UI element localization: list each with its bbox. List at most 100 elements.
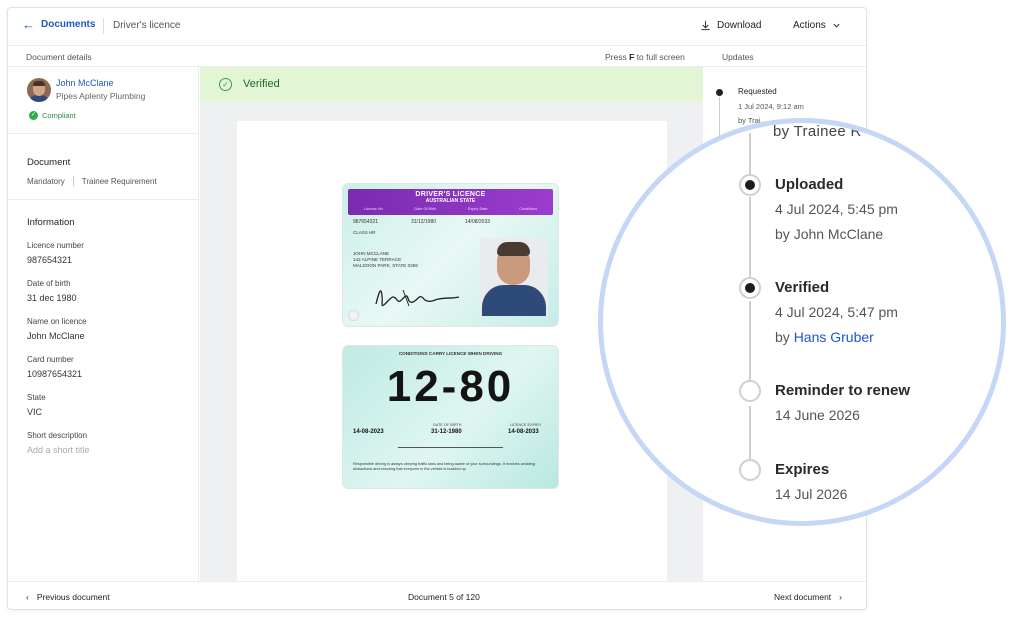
- fullscreen-hint-prefix: Press: [605, 52, 627, 62]
- back-arrow-icon: ←: [22, 16, 35, 32]
- licence-dob-value: 31/12/1980: [411, 219, 437, 225]
- field-label-state: State: [27, 393, 46, 402]
- compliant-badge: ✓ Compliant: [29, 111, 76, 120]
- licence-name-address: JOHN MCCLANE 142 ALPINE TERRACE MALDOON …: [353, 251, 418, 269]
- verified-status: Verified: [243, 78, 280, 90]
- document-counter: Document 5 of 120: [408, 592, 480, 602]
- timeline-magnifier: by Trainee R Uploaded 4 Jul 2024, 5:45 p…: [598, 118, 1006, 526]
- licence-expiry-value: 14/08/2033: [465, 219, 491, 225]
- signature-line: [398, 447, 503, 448]
- next-document-label: Next document: [774, 592, 832, 602]
- chevron-left-icon: ‹: [26, 592, 29, 602]
- timeline-expires-title: Expires: [775, 461, 830, 478]
- tag-mandatory: Mandatory: [27, 176, 65, 186]
- sub-bar: Document details Press F to full screen …: [8, 46, 866, 67]
- licence-card-back: CONDITIONS CARRY LICENCE WHEN DRIVING 12…: [343, 346, 558, 488]
- licence-col-conditions: Conditions: [519, 207, 538, 211]
- updates-label: Updates: [722, 52, 754, 62]
- timeline-requested-title: Requested: [738, 87, 777, 96]
- magnified-timeline-line: [749, 301, 751, 381]
- back-fine-print: Responsible driving is always obeying tr…: [353, 462, 535, 471]
- uploaded-by-name: John McClane: [793, 226, 884, 242]
- download-icon: [701, 20, 710, 31]
- field-label-date-of-birth: Date of birth: [27, 279, 71, 288]
- licence-col-expiry: Expiry Date: [467, 207, 488, 211]
- chevron-down-icon: [833, 23, 840, 28]
- document-heading: Document: [27, 157, 71, 168]
- field-label-short-description: Short description: [27, 431, 88, 440]
- check-circle-icon: ✓: [219, 78, 232, 91]
- timeline-expires-date: 14 Jul 2026: [775, 486, 848, 502]
- owner-company: Pipes Aplenty Plumbing: [56, 91, 146, 101]
- timeline-verified-date: 4 Jul 2024, 5:47 pm: [775, 304, 898, 320]
- top-bar: ← Documents Driver's licence Download Ac…: [8, 8, 866, 46]
- fullscreen-hint-key: F: [629, 52, 635, 62]
- previous-document-label: Previous document: [36, 592, 110, 602]
- back-expiry-label: LICENCE EXPIRY: [510, 423, 542, 427]
- timeline-node-verified: [739, 277, 761, 299]
- previous-document-button[interactable]: ‹ Previous document: [26, 592, 110, 602]
- download-button[interactable]: Download: [700, 20, 761, 31]
- timeline-requested-date: 1 Jul 2024, 9:12 am: [738, 102, 804, 111]
- back-dob-value: 31-12-1980: [431, 429, 462, 435]
- licence-title: DRIVER'S LICENCE: [415, 191, 486, 198]
- field-value-name-on-licence[interactable]: John McClane: [27, 331, 85, 341]
- magnified-timeline-line: [749, 197, 751, 277]
- licence-card-front: DRIVER'S LICENCE AUSTRALIAN STATE Licenc…: [343, 184, 558, 326]
- magnified-requested-by: by Trainee R: [773, 123, 862, 140]
- licence-address-line2: MALDOON PARK, STATE 0369: [353, 263, 418, 268]
- document-section: Document Mandatory Trainee Requirement: [8, 134, 199, 200]
- details-panel: John McClane Pipes Aplenty Plumbing ✓ Co…: [8, 67, 199, 581]
- field-label-licence-number: Licence number: [27, 241, 84, 250]
- back-to-documents-link[interactable]: ← Documents: [22, 16, 95, 32]
- signature-image: [375, 289, 460, 307]
- information-heading: Information: [27, 217, 75, 228]
- verified-by-prefix: by: [775, 329, 794, 345]
- field-label-name-on-licence: Name on licence: [27, 317, 87, 326]
- timeline-node-uploaded: [739, 174, 761, 196]
- fullscreen-hint-suffix: to full screen: [636, 52, 685, 62]
- actions-label: Actions: [793, 20, 826, 31]
- back-left-date: 14-08-2023: [353, 429, 384, 435]
- field-value-card-number[interactable]: 10987654321: [27, 369, 82, 379]
- verified-banner: ✓ Verified: [200, 67, 703, 101]
- uploaded-by-prefix: by: [775, 226, 794, 242]
- tag-divider: [72, 176, 74, 186]
- magnified-timeline-line: [749, 406, 751, 461]
- field-value-date-of-birth[interactable]: 31 dec 1980: [27, 293, 77, 303]
- breadcrumb-current: Driver's licence: [113, 20, 181, 31]
- timeline-uploaded-date: 4 Jul 2024, 5:45 pm: [775, 201, 898, 217]
- next-document-button[interactable]: Next document ›: [774, 592, 842, 602]
- owner-name-link[interactable]: John McClane: [56, 78, 114, 88]
- timeline-uploaded-title: Uploaded: [775, 176, 844, 193]
- licence-columns: Licence No Date Of Birth Expiry Date Con…: [348, 207, 553, 214]
- licence-col-number: Licence No: [363, 207, 383, 211]
- field-value-state[interactable]: VIC: [27, 407, 42, 417]
- timeline-reminder-title: Reminder to renew: [775, 382, 911, 399]
- avatar: [27, 78, 51, 102]
- hologram-mark: [348, 310, 359, 321]
- document-tags: Mandatory Trainee Requirement: [27, 176, 157, 186]
- field-value-licence-number[interactable]: 987654321: [27, 255, 72, 265]
- verified-by-name-link[interactable]: Hans Gruber: [794, 329, 874, 345]
- timeline-reminder-date: 14 June 2026: [775, 407, 860, 423]
- short-description-input[interactable]: Add a short title: [27, 445, 90, 455]
- actions-menu-button[interactable]: Actions: [793, 20, 841, 31]
- compliant-label: Compliant: [42, 111, 76, 120]
- licence-no-value: 987654321: [353, 219, 379, 225]
- breadcrumb-divider: [103, 18, 104, 34]
- timeline-node-reminder: [739, 380, 761, 402]
- timeline-uploaded-by: by John McClane: [775, 226, 883, 242]
- timeline-node-expires: [739, 459, 761, 481]
- download-label: Download: [717, 20, 762, 31]
- field-label-card-number: Card number: [27, 355, 74, 364]
- timeline-verified-by: by Hans Gruber: [775, 329, 874, 345]
- document-details-label: Document details: [26, 52, 92, 62]
- back-expiry-value: 14-08-2033: [508, 429, 539, 435]
- owner-section: John McClane Pipes Aplenty Plumbing ✓ Co…: [8, 67, 199, 134]
- licence-big-number: 12-80: [386, 362, 515, 411]
- pager-bar: ‹ Previous document Document 5 of 120 Ne…: [8, 581, 866, 609]
- tag-trainee-requirement: Trainee Requirement: [81, 176, 157, 186]
- licence-col-dob: Date Of Birth: [414, 207, 437, 211]
- check-circle-icon: ✓: [29, 111, 38, 120]
